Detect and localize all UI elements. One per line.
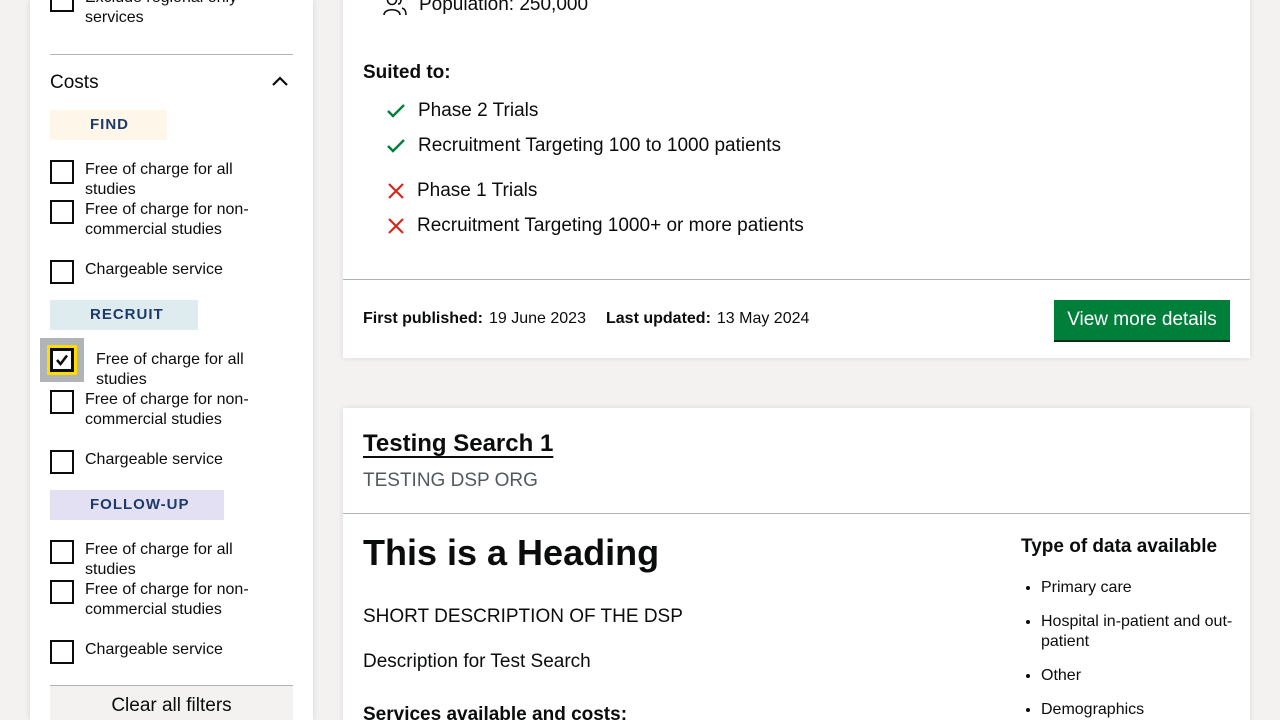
checkbox[interactable] (50, 540, 74, 564)
clear-all-filters-button[interactable]: Clear all filters (50, 685, 293, 720)
checkbox[interactable] (50, 390, 74, 414)
suited-item-ok: Phase 2 Trials (379, 100, 538, 122)
find-tag: FIND (50, 110, 167, 140)
checkbox-label: Exclude regional only services (85, 0, 237, 26)
checkbox-label: Free of charge for all studies (85, 541, 233, 578)
checkbox[interactable] (50, 580, 74, 604)
checkbox-label: Chargeable service (85, 641, 223, 658)
checkbox-label: Free of charge for all studies (85, 161, 233, 198)
population-text: Population: 250,000 (419, 0, 589, 15)
suited-label: Phase 2 Trials (418, 100, 539, 121)
suited-item-ok: Recruitment Targeting 100 to 1000 patien… (379, 135, 781, 157)
list-item: Hospital in-patient and out-patient (1041, 612, 1241, 652)
suited-label: Recruitment Targeting 1000+ or more pati… (417, 215, 804, 236)
population-row: Population: 250,000 (383, 0, 588, 16)
list-item: Demographics (1041, 700, 1241, 720)
find-free-all-option[interactable]: Free of charge for all studies (50, 160, 275, 200)
tick-icon (387, 139, 405, 153)
list-item: Other (1041, 666, 1241, 686)
organisation-name: TESTING DSP ORG (363, 470, 538, 491)
checkbox-label: Free of charge for non-commercial studie… (85, 201, 249, 238)
checkbox-label: Chargeable service (85, 451, 223, 468)
checkbox-label: Chargeable service (85, 261, 223, 278)
people-icon (383, 0, 407, 16)
suited-item-not: Phase 1 Trials (379, 180, 537, 202)
divider (50, 54, 293, 55)
first-published-date: 19 June 2023 (489, 310, 586, 327)
exclude-regional-option[interactable]: Exclude regional only services (50, 0, 275, 28)
divider (343, 513, 1250, 514)
checkbox-label: Free of charge for non-commercial studie… (85, 581, 249, 618)
suited-label: Phase 1 Trials (417, 180, 538, 201)
services-title: Services available and costs: (363, 704, 628, 720)
find-chargeable-option[interactable]: Chargeable service (50, 260, 275, 284)
view-more-details-button[interactable]: View more details (1054, 300, 1230, 340)
checkbox[interactable] (50, 450, 74, 474)
divider (343, 279, 1250, 280)
checkbox[interactable] (50, 200, 74, 224)
follow-chargeable-option[interactable]: Chargeable service (50, 640, 275, 664)
cross-icon (388, 218, 404, 234)
checkbox[interactable] (50, 160, 74, 184)
checkbox-label: Free of charge for non-commercial studie… (85, 391, 249, 428)
description: Description for Test Search (363, 651, 591, 672)
result-title-link[interactable]: Testing Search 1 (363, 430, 553, 458)
filters-sidebar: Exclude regional only services Costs FIN… (30, 0, 313, 720)
costs-section-title[interactable]: Costs (50, 71, 99, 95)
first-published: First published: 19 June 2023 (363, 310, 586, 328)
suited-label: Recruitment Targeting 100 to 1000 patien… (418, 135, 781, 156)
follow-free-noncommercial-option[interactable]: Free of charge for non-commercial studie… (50, 580, 275, 620)
checkbox[interactable] (50, 260, 74, 284)
short-description: SHORT DESCRIPTION OF THE DSP (363, 606, 683, 627)
suited-title: Suited to: (363, 62, 451, 83)
result-card: Testing Search 1 TESTING DSP ORG This is… (343, 408, 1250, 720)
find-free-noncommercial-option[interactable]: Free of charge for non-commercial studie… (50, 200, 275, 240)
last-updated-label: Last updated: (606, 310, 711, 327)
last-updated-date: 13 May 2024 (716, 310, 810, 327)
follow-up-tag: FOLLOW-UP (50, 490, 224, 520)
data-types-title: Type of data available (1021, 536, 1218, 557)
recruit-free-all-label[interactable]: Free of charge for all studies (96, 350, 286, 390)
recruit-chargeable-option[interactable]: Chargeable service (50, 450, 275, 474)
chevron-up-icon[interactable] (271, 74, 289, 88)
recruit-free-noncommercial-option[interactable]: Free of charge for non-commercial studie… (50, 390, 275, 430)
result-card: Population: 250,000 Suited to: Phase 2 T… (343, 0, 1250, 358)
recruit-tag: RECRUIT (50, 300, 198, 330)
follow-free-all-option[interactable]: Free of charge for all studies (50, 540, 275, 580)
last-updated: Last updated: 13 May 2024 (606, 310, 809, 328)
content-heading: This is a Heading (363, 532, 660, 573)
tick-icon (387, 104, 405, 118)
checkbox[interactable] (50, 640, 74, 664)
cross-icon (388, 183, 404, 199)
data-types-list: Primary care Hospital in-patient and out… (1041, 578, 1241, 720)
first-published-label: First published: (363, 310, 483, 327)
recruit-free-all-checkbox-focused[interactable] (40, 338, 84, 382)
checkmark-icon (56, 354, 68, 366)
suited-item-not: Recruitment Targeting 1000+ or more pati… (379, 215, 804, 237)
checkbox-checked[interactable] (50, 348, 74, 372)
checkbox[interactable] (50, 0, 74, 12)
list-item: Primary care (1041, 578, 1241, 598)
